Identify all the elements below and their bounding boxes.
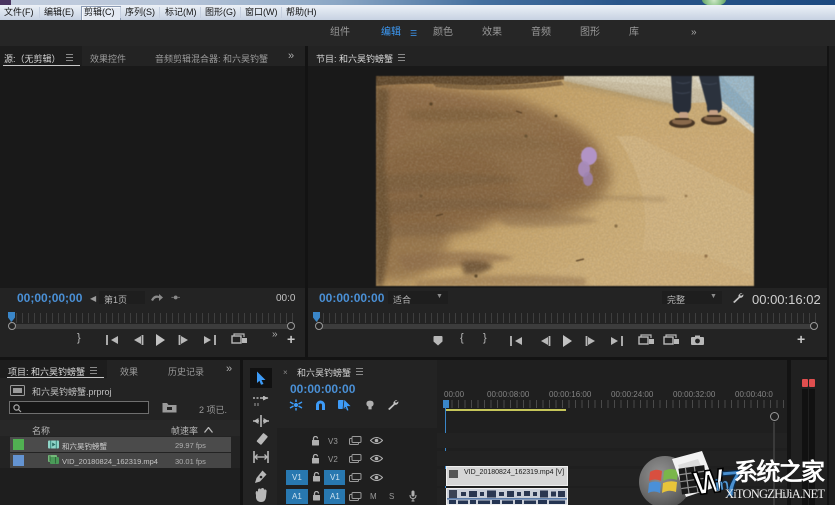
svg-text:XiTONGZHiJiA.NET: XiTONGZHiJiA.NET [725, 487, 825, 501]
svg-text:系统之家: 系统之家 [734, 458, 825, 486]
